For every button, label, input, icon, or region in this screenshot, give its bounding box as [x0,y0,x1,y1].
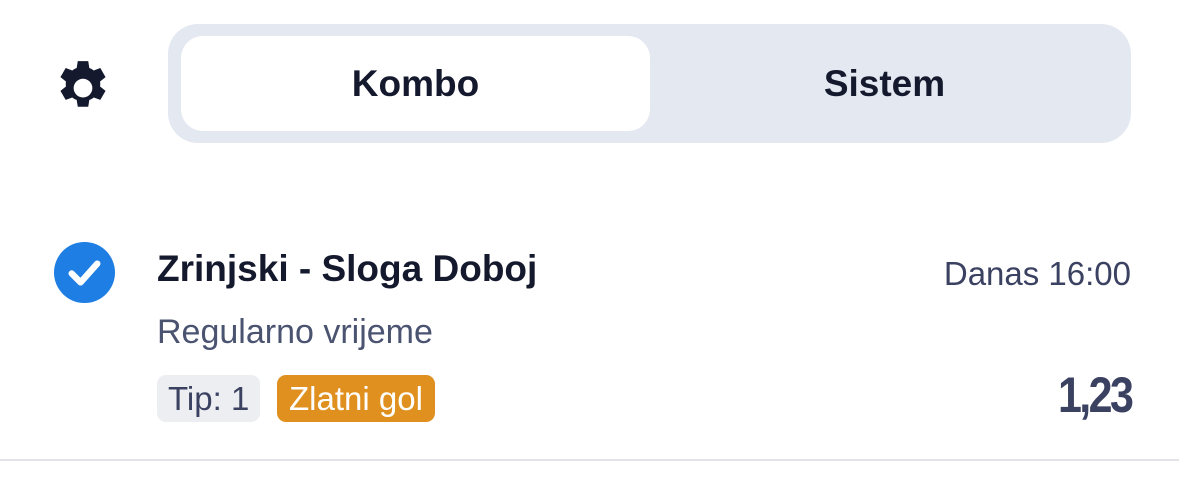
odds-value: 1,23 [1057,367,1134,423]
market-name: Regularno vrijeme [157,313,433,351]
tip-badge: Tip: 1 [157,375,261,422]
settings-gear-icon[interactable] [50,54,116,120]
match-time: Danas 16:00 [943,255,1131,292]
tab-kombo[interactable]: Kombo [181,36,650,131]
check-circle-icon [53,241,116,304]
zlatni-gol-badge: Zlatni gol [277,375,435,422]
row-divider [0,459,1179,461]
tab-sistem[interactable]: Sistem [650,36,1119,131]
match-title: Zrinjski - Sloga Doboj [157,248,538,289]
selection-checkbox[interactable] [53,241,116,304]
gear-icon [60,61,106,107]
bet-type-segmented-control: Kombo Sistem [168,24,1131,143]
